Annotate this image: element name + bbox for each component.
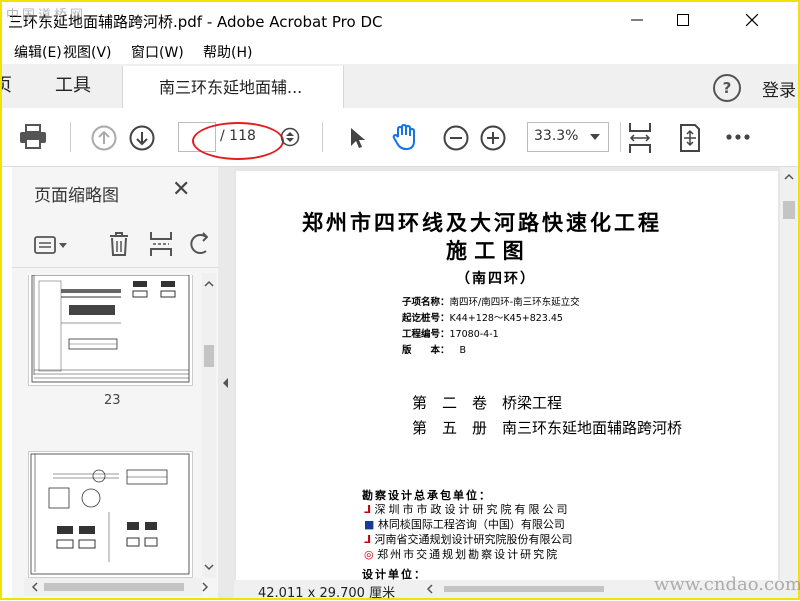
insert-page-icon[interactable] xyxy=(148,229,174,259)
window-frame: 三环东延地面辅路跨河桥.pdf - Adobe Acrobat Pro DC 编… xyxy=(0,0,800,601)
page-thumbnail-24[interactable] xyxy=(28,451,193,578)
contractor-row: ■ 林同棪国际工程咨询（中国）有限公司 xyxy=(364,517,573,532)
watermark-bottom-right: www.cndao.com xyxy=(654,574,800,595)
tab-home-label: 页 xyxy=(2,75,12,96)
logo-icon: ◎ xyxy=(364,548,374,561)
panel-divider xyxy=(12,267,218,268)
page-down-icon[interactable] xyxy=(128,124,156,152)
tab-document[interactable]: 南三环东延地面辅... xyxy=(122,66,344,109)
logo-icon: ⅃ xyxy=(364,503,372,516)
contractor-name: 河南省交通规划设计研究院股份有限公司 xyxy=(374,533,573,546)
pane-divider[interactable] xyxy=(218,167,234,598)
thumbnail-page-label: 23 xyxy=(104,393,121,408)
contractor-row: ⅃ 深圳市市政设计研究院有限公司 xyxy=(364,502,573,517)
more-icon[interactable] xyxy=(724,128,752,146)
toolbar: / 118 33.3% xyxy=(2,108,798,167)
panel-title: 页面缩略图 xyxy=(34,186,119,206)
zoom-value: 33.3% xyxy=(534,128,579,144)
rotate-icon[interactable] xyxy=(190,229,208,259)
doc-meta-row: 子项名称：南四环/南四环-南三环东延立交 xyxy=(402,295,580,311)
document-scroll-thumb[interactable] xyxy=(783,201,795,219)
contractor-name: 深圳市市政设计研究院有限公司 xyxy=(374,503,571,516)
document-hscroll-thumb[interactable] xyxy=(444,586,604,592)
thumbnails-panel: 页面缩略图 ✕ 23 xyxy=(12,167,218,598)
thumbnail-hscroll-thumb[interactable] xyxy=(44,583,184,591)
pdf-page: 郑州市四环线及大河路快速化工程 施 工 图 （南四环） 子项名称：南四环/南四环… xyxy=(236,171,778,583)
menu-view[interactable]: 视图(V) xyxy=(63,42,112,62)
doc-book-line: 第 五 册 南三环东延地面辅路跨河桥 xyxy=(412,419,683,437)
meta-value: 17080-4-1 xyxy=(449,329,499,340)
close-panel-icon[interactable]: ✕ xyxy=(172,177,190,202)
fit-width-icon[interactable] xyxy=(626,120,654,156)
tab-home[interactable]: 页 xyxy=(2,64,22,108)
doc-contractor-label: 勘察设计总承包单位： xyxy=(362,489,492,502)
select-pointer-icon[interactable] xyxy=(344,124,370,152)
doc-meta-row: 起讫桩号：K44+128～K45+823.45 xyxy=(402,311,580,327)
thumbnail-scroll-thumb[interactable] xyxy=(204,345,214,367)
menu-help[interactable]: 帮助(H) xyxy=(203,42,252,62)
maximize-icon[interactable] xyxy=(660,2,706,38)
title-bar: 三环东延地面辅路跨河桥.pdf - Adobe Acrobat Pro DC xyxy=(2,2,798,38)
contractor-name: 林同棪国际工程咨询（中国）有限公司 xyxy=(377,518,565,531)
menu-bar: 编辑(E) 视图(V) 窗口(W) 帮助(H) xyxy=(2,38,798,64)
thumbnail-scrollbar[interactable] xyxy=(202,273,216,578)
zoom-dropdown-icon[interactable] xyxy=(590,134,600,140)
doc-heading-1: 郑州市四环线及大河路快速化工程 xyxy=(302,211,662,235)
toolbar-separator xyxy=(322,122,323,152)
doc-heading-3: （南四环） xyxy=(456,271,536,287)
print-icon[interactable] xyxy=(16,122,50,152)
doc-meta: 子项名称：南四环/南四环-南三环东延立交 起讫桩号：K44+128～K45+82… xyxy=(402,295,580,359)
document-view: 郑州市四环线及大河路快速化工程 施 工 图 （南四环） 子项名称：南四环/南四环… xyxy=(234,167,798,598)
doc-contractors: ⅃ 深圳市市政设计研究院有限公司 ■ 林同棪国际工程咨询（中国）有限公司 ⅃ 河… xyxy=(364,502,573,562)
thumbnail-hscrollbar[interactable] xyxy=(24,578,209,596)
hscroll-left-icon[interactable] xyxy=(424,582,436,596)
doc-volume-line: 第 二 卷 桥梁工程 xyxy=(412,394,563,412)
logo-icon: ⅃ xyxy=(364,533,372,546)
tab-bar: 页 工具 南三环东延地面辅... ? 登录 xyxy=(2,64,798,109)
minimize-icon[interactable] xyxy=(614,2,660,38)
delete-icon[interactable] xyxy=(106,229,132,259)
page-thumbnail-23[interactable] xyxy=(28,274,193,386)
menu-window[interactable]: 窗口(W) xyxy=(131,42,184,62)
contractor-row: ⅃ 河南省交通规划设计研究院股份有限公司 xyxy=(364,532,573,547)
page-size-label: 42.011 x 29.700 厘米 xyxy=(258,586,396,601)
meta-label: 版 本： xyxy=(402,345,450,356)
meta-value: B xyxy=(459,345,467,356)
toolbar-separator xyxy=(620,122,621,152)
contractor-name: 郑州市交通规划勘察设计研究院 xyxy=(377,548,560,561)
close-icon[interactable] xyxy=(706,2,798,38)
meta-value: K44+128～K45+823.45 xyxy=(449,313,563,324)
zoom-out-icon[interactable] xyxy=(442,124,470,152)
doc-meta-row: 版 本： B xyxy=(402,343,580,359)
zoom-in-icon[interactable] xyxy=(479,124,507,152)
hand-tool-icon[interactable] xyxy=(390,122,420,152)
doc-heading-2: 施 工 图 xyxy=(446,239,524,263)
toolbar-separator xyxy=(70,122,71,152)
zoom-select[interactable]: 33.3% xyxy=(527,122,609,152)
logo-icon: ■ xyxy=(364,518,375,531)
tab-tools[interactable]: 工具 xyxy=(38,64,108,108)
highlight-annotation xyxy=(192,122,284,160)
meta-value: 南四环/南四环-南三环东延立交 xyxy=(449,297,580,308)
meta-label: 工程编号： xyxy=(402,329,450,340)
page-up-icon[interactable] xyxy=(90,124,118,152)
page-stepper-icon[interactable] xyxy=(280,126,300,148)
meta-label: 起讫桩号： xyxy=(402,313,450,324)
doc-meta-row: 工程编号：17080-4-1 xyxy=(402,327,580,343)
menu-edit[interactable]: 编辑(E) xyxy=(14,42,62,62)
fit-page-icon[interactable] xyxy=(676,122,704,154)
login-link[interactable]: 登录 xyxy=(762,76,796,101)
help-icon[interactable]: ? xyxy=(713,74,741,102)
thumbnail-options-icon[interactable] xyxy=(32,233,72,257)
meta-label: 子项名称： xyxy=(402,297,450,308)
contractor-row: ◎ 郑州市交通规划勘察设计研究院 xyxy=(364,547,573,562)
document-scrollbar[interactable] xyxy=(780,167,798,598)
watermark-top-left: 中国道桥网 xyxy=(6,8,87,23)
